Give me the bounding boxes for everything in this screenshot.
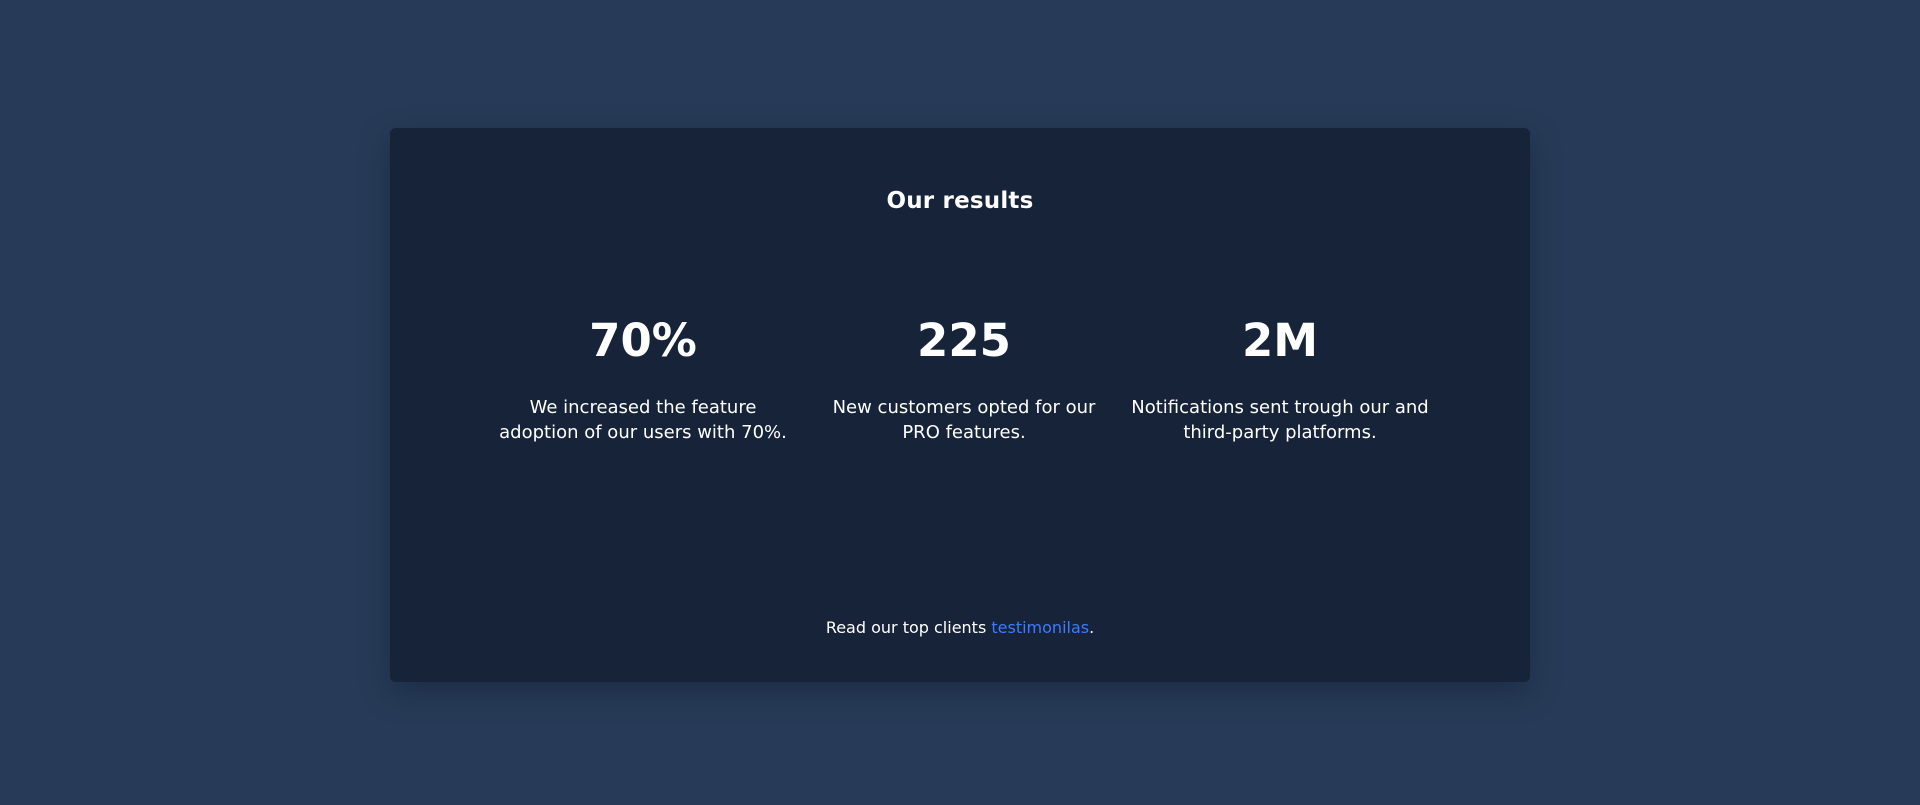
footer-text: Read our top clients <box>825 618 992 637</box>
stat-value: 70% <box>589 314 697 367</box>
stat-description: We increased the feature adoption of our… <box>499 397 787 443</box>
stat-description: Notifications sent trough our and third-… <box>1131 397 1429 443</box>
stat-value: 2M <box>1241 314 1319 367</box>
stat-description: New customers opted for our PRO features… <box>832 397 1096 443</box>
footer-period: . <box>1089 618 1095 637</box>
stat-notifications: 2M Notifications sent trough our and thi… <box>1120 318 1440 445</box>
stat-feature-adoption: 70% We increased the feature adoption of… <box>483 318 803 445</box>
results-card: Our results 70% We increased the feature… <box>390 128 1530 682</box>
section-title: Our results <box>886 188 1034 214</box>
stat-value: 225 <box>917 314 1011 367</box>
testimonials-link[interactable]: testimonilas <box>991 618 1089 637</box>
testimonials-footer: Read our top clients testimonilas. <box>390 618 1530 638</box>
stat-new-customers: 225 New customers opted for our PRO feat… <box>804 318 1124 445</box>
